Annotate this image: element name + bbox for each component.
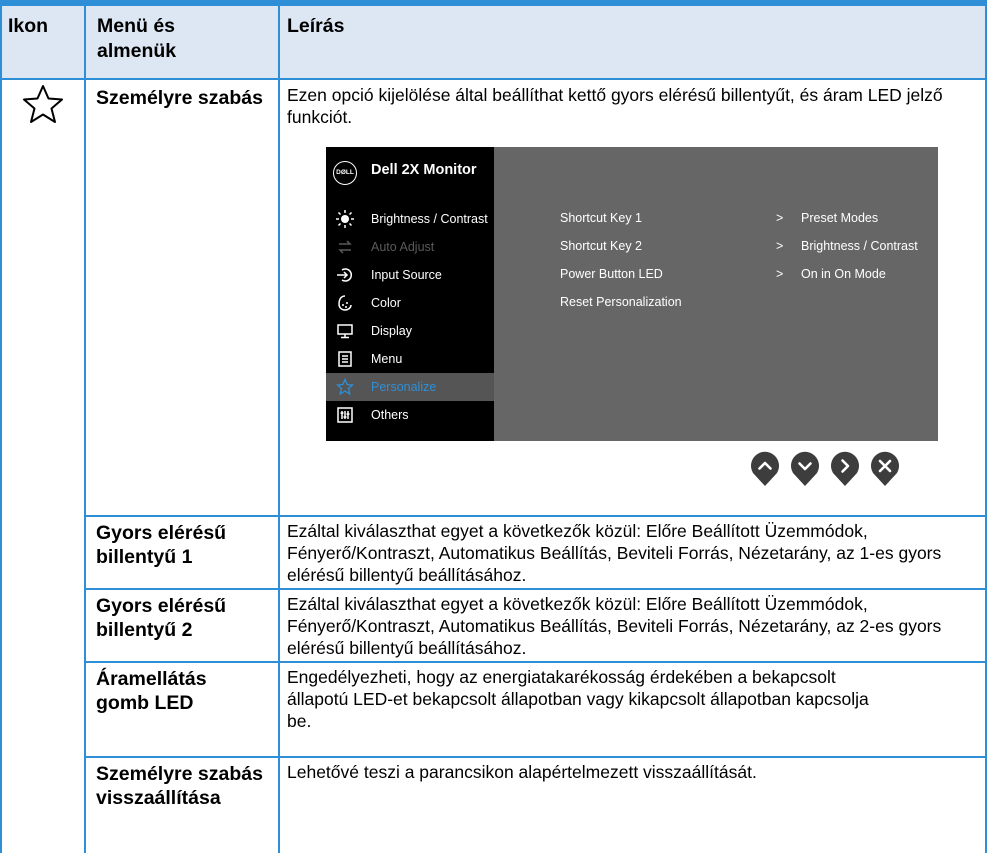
- personalize-title: Személyre szabás: [96, 87, 263, 109]
- arrow-right-icon: >: [776, 267, 784, 281]
- osd-menu-input-source[interactable]: Input Source: [326, 261, 494, 289]
- osd-menu-label: Auto Adjust: [371, 240, 435, 254]
- osd-menu-auto-adjust: Auto Adjust: [326, 233, 494, 261]
- row-divider: [84, 588, 987, 590]
- header-description-column: Leírás: [287, 15, 345, 37]
- osd-value-power-button-led: On in On Mode: [801, 267, 886, 281]
- input-source-icon: [337, 268, 352, 282]
- right-icon[interactable]: [830, 451, 860, 487]
- arrow-right-icon: >: [776, 211, 784, 225]
- header-icon-column: Ikon: [8, 15, 49, 37]
- row-description-shortcut-key-2: Ezáltal kiválaszthat egyet a következők …: [287, 594, 942, 658]
- row-title-reset-personalization: Személyre szabás visszaállítása: [96, 763, 263, 809]
- header-menu-column: Menü és almenük: [97, 15, 177, 62]
- row-divider: [0, 78, 987, 80]
- color-icon: [338, 295, 352, 311]
- osd-menu-label: Display: [371, 324, 412, 338]
- osd-menu-label: Color: [371, 296, 401, 310]
- osd-menu-label: Menu: [371, 352, 403, 366]
- osd-option-power-button-led[interactable]: Power Button LED: [560, 267, 663, 281]
- osd-menu-menu[interactable]: Menu: [326, 345, 494, 373]
- osd-option-reset-personalization[interactable]: Reset Personalization: [560, 295, 682, 309]
- star-icon: [336, 378, 354, 396]
- row-divider: [84, 661, 987, 663]
- row-divider: [84, 756, 987, 758]
- osd-value-shortcut-key-2: Brightness / Contrast: [801, 239, 918, 253]
- osd-menu-personalize[interactable]: Personalize: [326, 373, 494, 401]
- auto-adjust-icon: [338, 240, 352, 254]
- row-description-reset-personalization: Lehetővé teszi a parancsikon alapértelme…: [287, 762, 757, 782]
- row-title-shortcut-key-2: Gyors elérésű billentyű 2: [96, 595, 227, 641]
- arrow-right-icon: >: [776, 239, 784, 253]
- osd-option-shortcut-key-1[interactable]: Shortcut Key 1: [560, 211, 642, 225]
- osd-menu-label: Brightness / Contrast: [371, 212, 488, 226]
- up-icon[interactable]: [750, 451, 780, 487]
- menu-icon: [338, 351, 352, 367]
- osd-menu-display[interactable]: Display: [326, 317, 494, 345]
- row-description-shortcut-key-1: Ezáltal kiválaszthat egyet a következők …: [287, 521, 942, 585]
- settings-table: Ikon Menü és almenük Leírás Személyre sz…: [0, 0, 987, 853]
- personalize-description: Ezen opció kijelölése által beállíthat k…: [287, 85, 943, 127]
- osd-menu-label: Personalize: [371, 380, 437, 394]
- column-divider-icon: [84, 6, 86, 853]
- row-divider: [84, 515, 987, 517]
- osd-menu-label: Others: [371, 408, 409, 422]
- osd-option-shortcut-key-2[interactable]: Shortcut Key 2: [560, 239, 642, 253]
- display-icon: [337, 324, 353, 339]
- osd-menu-panel: DØLL Dell 2X Monitor Brightness / Contra…: [326, 147, 494, 441]
- osd-screenshot: DØLL Dell 2X Monitor Brightness / Contra…: [326, 147, 938, 441]
- osd-menu-color[interactable]: Color: [326, 289, 494, 317]
- brightness-icon: [336, 210, 354, 228]
- table-left-border: [0, 0, 2, 853]
- osd-menu-label: Input Source: [371, 268, 442, 282]
- star-outline-icon: [23, 85, 63, 123]
- others-icon: [337, 407, 353, 423]
- row-title-power-button-led: Áramellátás gomb LED: [96, 668, 207, 714]
- dell-logo: DØLL: [333, 161, 357, 185]
- column-divider-menu: [278, 6, 280, 853]
- close-icon[interactable]: [870, 451, 900, 487]
- row-title-shortcut-key-1: Gyors elérésű billentyű 1: [96, 522, 227, 568]
- row-description-power-button-led: Engedélyezheti, hogy az energiatakarékos…: [287, 667, 869, 731]
- osd-menu-others[interactable]: Others: [326, 401, 494, 429]
- osd-title: Dell 2X Monitor: [371, 162, 477, 178]
- osd-menu-brightness[interactable]: Brightness / Contrast: [326, 205, 494, 233]
- down-icon[interactable]: [790, 451, 820, 487]
- osd-value-shortcut-key-1: Preset Modes: [801, 211, 879, 225]
